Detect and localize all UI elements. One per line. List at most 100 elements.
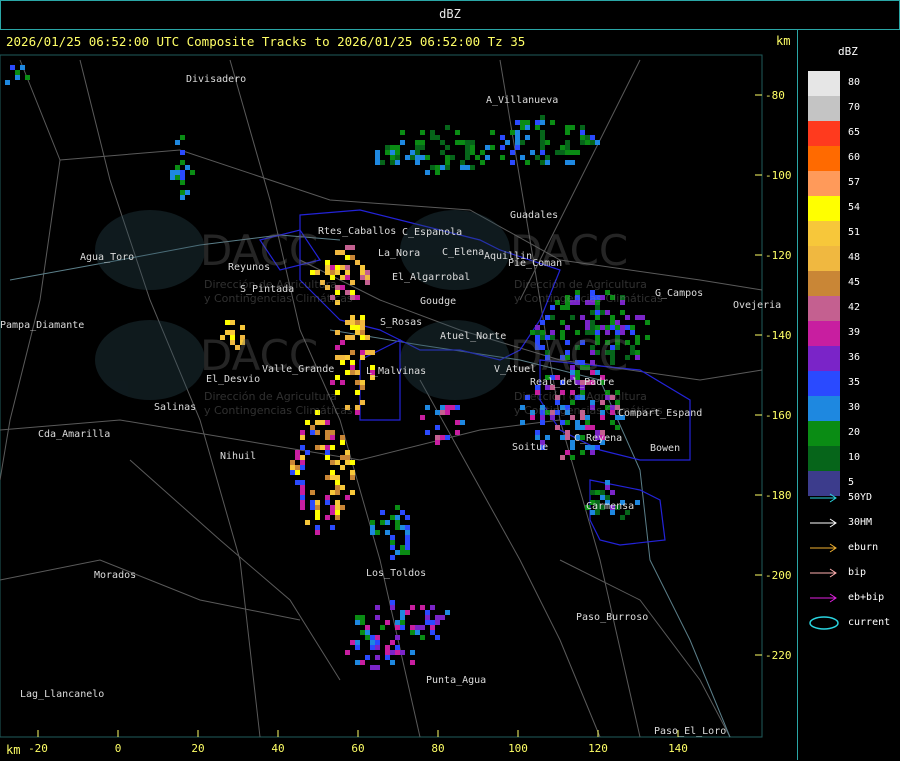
echo-cell	[435, 425, 440, 430]
echo-cell	[520, 155, 525, 160]
legend-swatch-20	[808, 421, 840, 446]
echo-cell	[555, 425, 560, 430]
echo-cell	[310, 430, 315, 435]
echo-cell	[435, 615, 440, 620]
echo-cell	[410, 630, 415, 635]
echo-cell	[430, 625, 435, 630]
echo-cell	[445, 160, 450, 165]
echo-cell	[340, 340, 345, 345]
echo-cell	[405, 530, 410, 535]
echo-cell	[570, 150, 575, 155]
echo-cell	[230, 320, 235, 325]
echo-cell	[610, 490, 615, 495]
legend-label-42: 42	[848, 302, 861, 313]
echo-cell	[345, 275, 350, 280]
echo-cell	[300, 485, 305, 490]
echo-cell	[430, 620, 435, 625]
echo-cell	[385, 655, 390, 660]
echo-cell	[170, 175, 175, 180]
echo-cell	[375, 615, 380, 620]
echo-cell	[595, 325, 600, 330]
echo-cell	[590, 310, 595, 315]
echo-cell	[535, 125, 540, 130]
echo-cell	[540, 420, 545, 425]
place-label: Agua_Toro	[80, 252, 134, 263]
place-label: C_Reyena	[574, 433, 622, 444]
place-label: Cda_Amarilla	[38, 429, 110, 440]
echo-cell	[360, 330, 365, 335]
echo-cell	[435, 135, 440, 140]
echo-cell	[355, 390, 360, 395]
echo-cell	[420, 140, 425, 145]
echo-cell	[345, 495, 350, 500]
echo-cell	[15, 75, 20, 80]
radar-map[interactable]: DACC DACC DACC DACC Dirección de Agricul…	[0, 0, 797, 761]
place-label: Soitue	[512, 442, 548, 453]
echo-cell	[375, 530, 380, 535]
echo-cell	[545, 315, 550, 320]
echo-cell	[315, 500, 320, 505]
echo-cell	[410, 155, 415, 160]
echo-cell	[565, 430, 570, 435]
echo-cell	[415, 150, 420, 155]
echo-cell	[430, 130, 435, 135]
echo-cell	[580, 140, 585, 145]
legend-swatch-10	[808, 446, 840, 471]
echo-cell	[350, 475, 355, 480]
echo-cell	[355, 410, 360, 415]
track-symbol-eb+bip	[810, 593, 837, 603]
echo-cell	[590, 325, 595, 330]
echo-cell	[290, 460, 295, 465]
echo-cell	[355, 380, 360, 385]
legend-label-57: 57	[848, 177, 861, 188]
echo-cell	[290, 465, 295, 470]
echo-cell	[360, 265, 365, 270]
echo-cell	[440, 165, 445, 170]
echo-cell	[535, 325, 540, 330]
echo-cell	[590, 450, 595, 455]
x-tick-label: 0	[115, 742, 122, 755]
echo-cell	[515, 120, 520, 125]
echo-cell	[580, 130, 585, 135]
track-label-current: current	[848, 617, 891, 628]
place-label: C_Espanola	[402, 227, 462, 238]
echo-cell	[470, 150, 475, 155]
echo-cell	[375, 150, 380, 155]
echo-cell	[355, 660, 360, 665]
echo-cell	[440, 140, 445, 145]
echo-cell	[645, 335, 650, 340]
echo-cell	[330, 435, 335, 440]
echo-cell	[470, 165, 475, 170]
echo-cell	[540, 115, 545, 120]
echo-cell	[180, 195, 185, 200]
echo-cell	[350, 360, 355, 365]
echo-cell	[590, 425, 595, 430]
echo-cell	[300, 430, 305, 435]
echo-cell	[350, 370, 355, 375]
echo-cell	[325, 265, 330, 270]
echo-cell	[415, 140, 420, 145]
echo-cell	[570, 125, 575, 130]
echo-cell	[485, 155, 490, 160]
echo-cell	[560, 320, 565, 325]
place-label: Ovejeria	[733, 300, 781, 311]
echo-cell	[400, 525, 405, 530]
echo-cell	[355, 260, 360, 265]
legend-label-60: 60	[848, 152, 861, 163]
place-label: Nihuil	[220, 451, 256, 462]
legend-swatch-65	[808, 121, 840, 146]
place-label: S_Rosas	[380, 317, 422, 328]
echo-cell	[580, 315, 585, 320]
echo-cell	[385, 530, 390, 535]
echo-cell	[390, 145, 395, 150]
echo-cell	[595, 305, 600, 310]
legend-label-20: 20	[848, 427, 861, 438]
echo-cell	[540, 140, 545, 145]
x-tick-label: 20	[191, 742, 204, 755]
echo-cell	[335, 355, 340, 360]
echo-cell	[330, 460, 335, 465]
echo-cell	[585, 135, 590, 140]
echo-cell	[335, 505, 340, 510]
echo-cell	[360, 335, 365, 340]
echo-cell	[405, 545, 410, 550]
